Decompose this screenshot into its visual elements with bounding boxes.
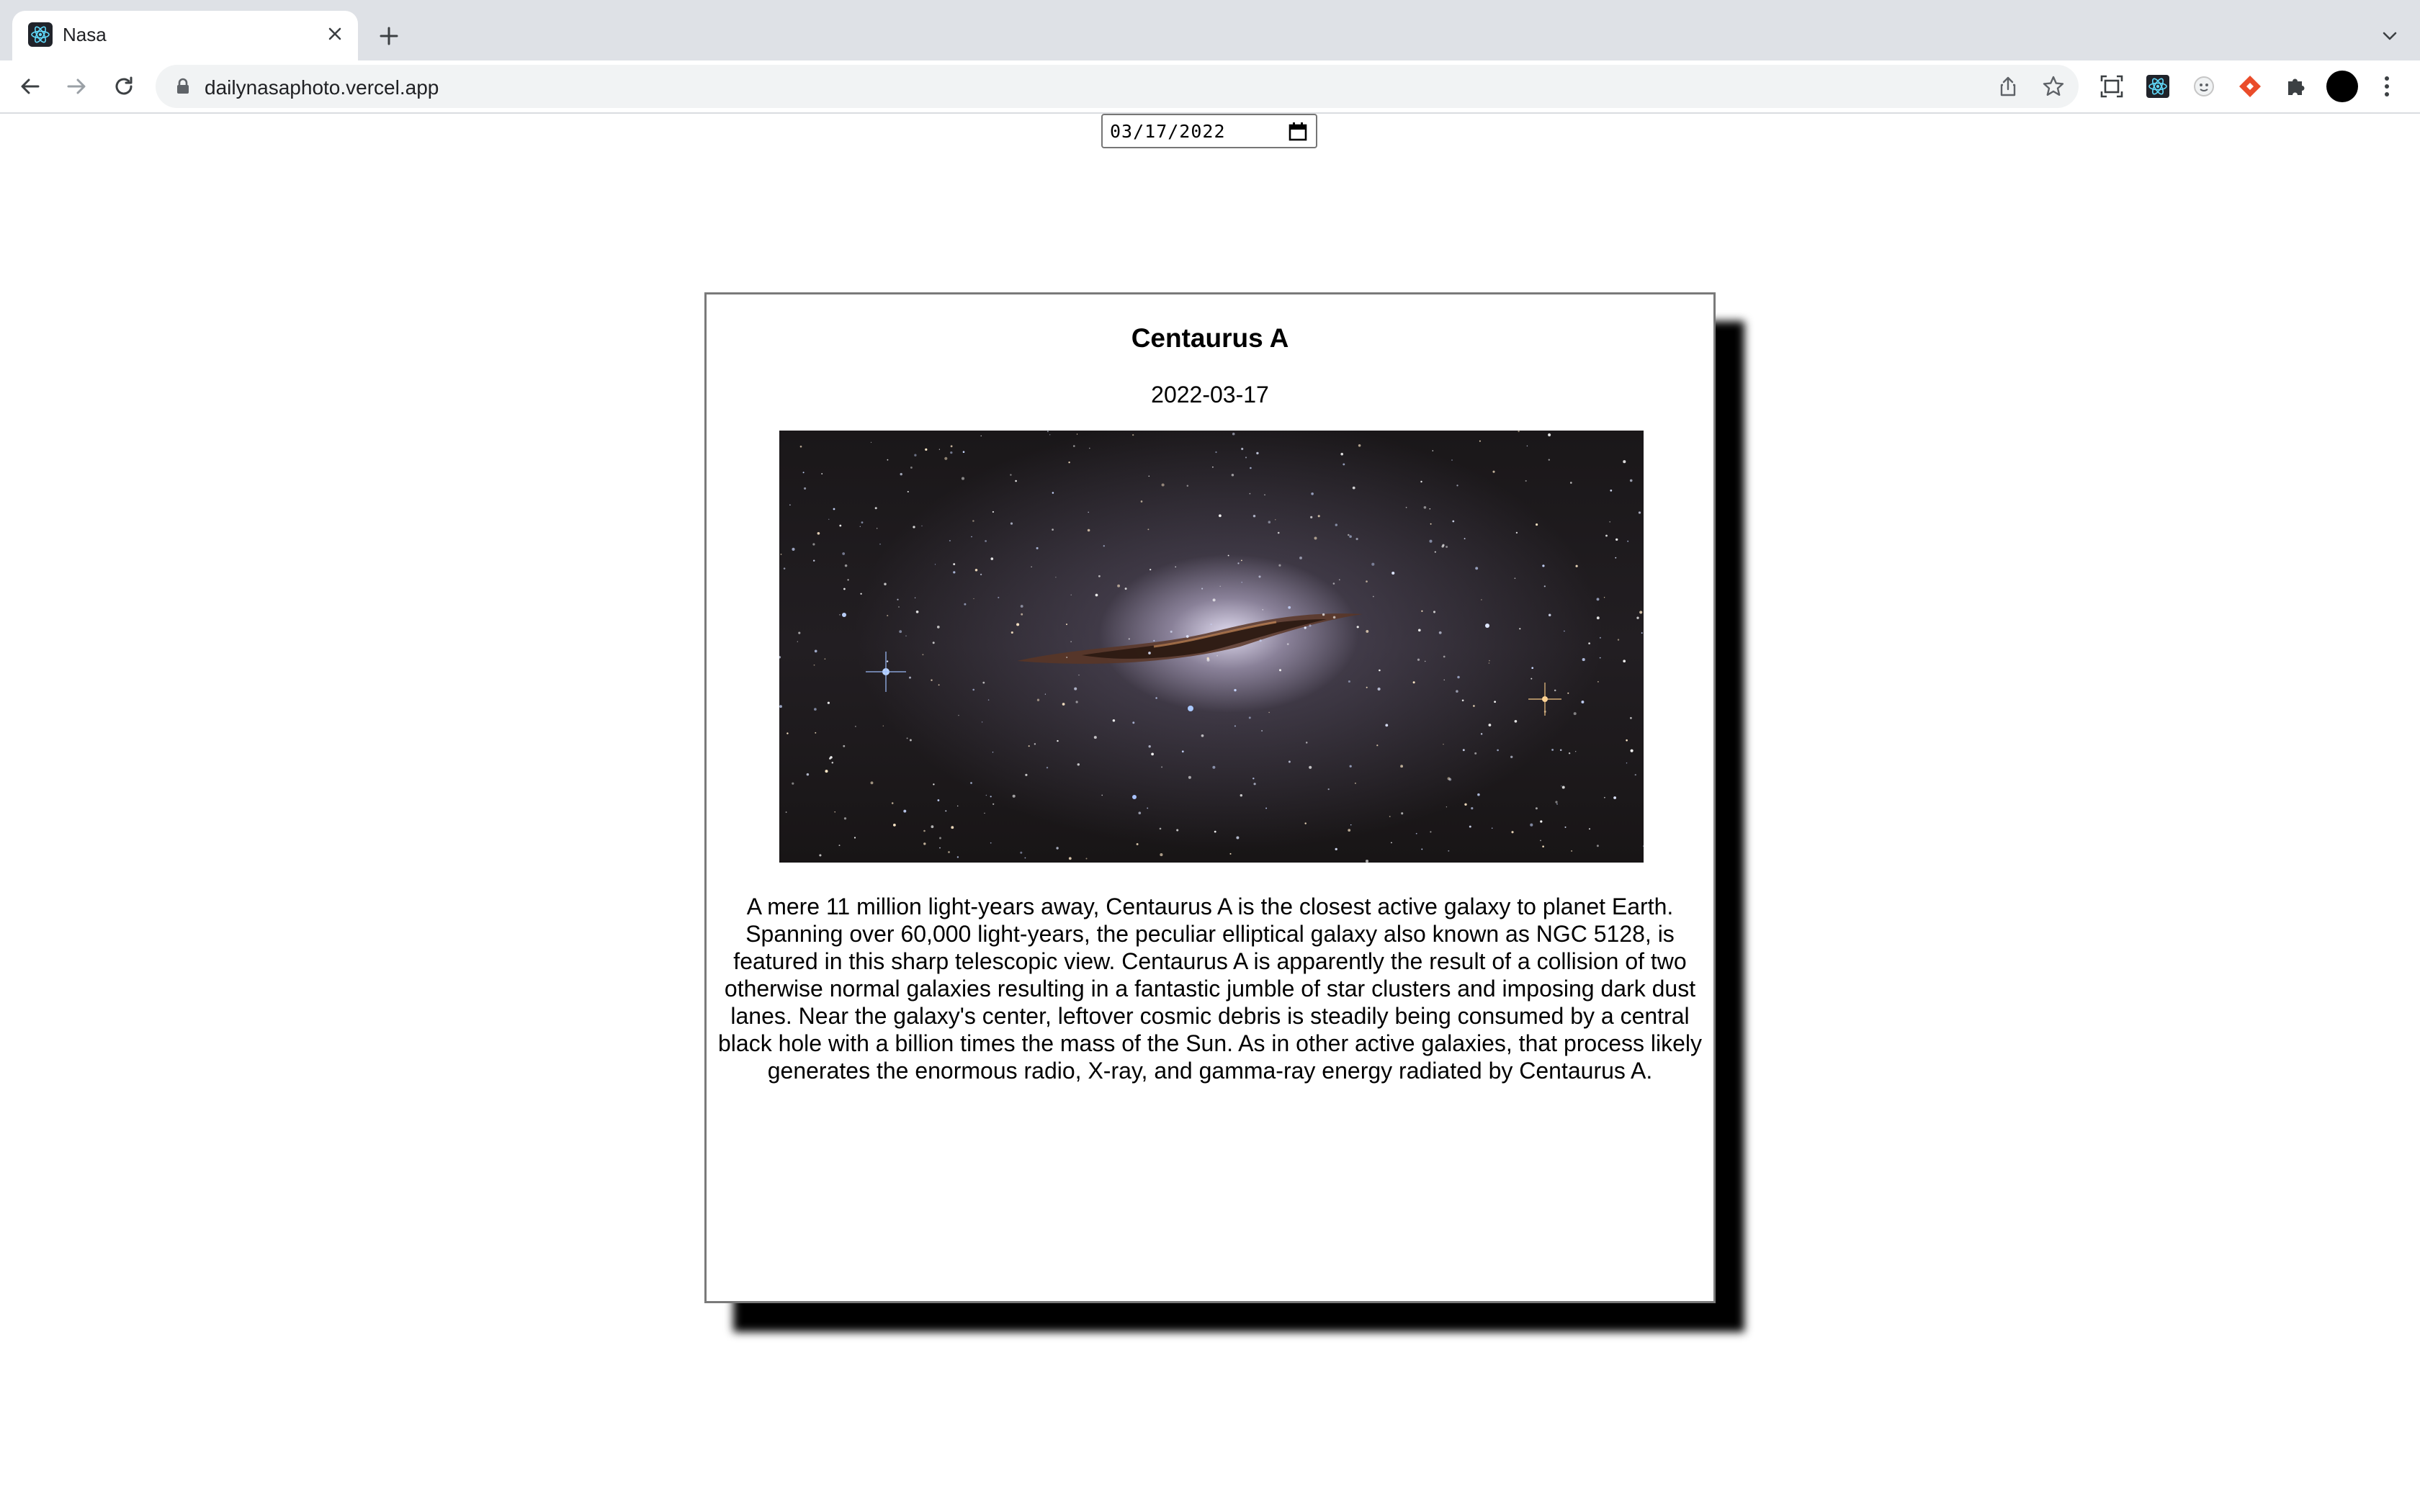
- date-picker-value: 03/17/2022: [1110, 121, 1226, 142]
- share-icon[interactable]: [1995, 73, 2021, 99]
- tab-title: Nasa: [63, 24, 107, 45]
- back-icon[interactable]: [13, 69, 48, 104]
- menu-kebab-icon[interactable]: [2371, 71, 2403, 102]
- apod-date: 2022-03-17: [1151, 382, 1269, 408]
- tab-strip: Nasa: [0, 0, 2420, 60]
- screenshot-icon[interactable]: [2096, 71, 2128, 102]
- apod-image: [779, 431, 1644, 863]
- forward-icon[interactable]: [59, 69, 94, 104]
- extension-face-icon[interactable]: [2188, 71, 2220, 102]
- browser-toolbar: dailynasaphoto.vercel.app: [0, 60, 2420, 114]
- react-devtools-icon[interactable]: [2142, 71, 2174, 102]
- address-bar[interactable]: dailynasaphoto.vercel.app: [156, 65, 2079, 108]
- new-tab-button[interactable]: [372, 19, 406, 53]
- date-picker-input[interactable]: 03/17/2022: [1101, 114, 1317, 148]
- page-viewport: 03/17/2022 Centaurus A 2022-03-17 A mere…: [0, 114, 2420, 1512]
- lock-icon: [177, 78, 189, 94]
- react-atom-icon: [28, 22, 53, 47]
- reload-icon[interactable]: [107, 69, 141, 104]
- puzzle-icon[interactable]: [2280, 71, 2312, 102]
- url-text: dailynasaphoto.vercel.app: [205, 76, 439, 99]
- calendar-icon[interactable]: [1287, 121, 1309, 143]
- apod-card: Centaurus A 2022-03-17 A mere 11 million…: [704, 292, 1716, 1303]
- chevron-down-icon[interactable]: [2374, 20, 2406, 52]
- extension-diamond-icon[interactable]: [2234, 71, 2266, 102]
- galaxy-photo: [779, 431, 1644, 863]
- apod-explanation: A mere 11 million light-years away, Cent…: [717, 894, 1702, 1084]
- browser-tab[interactable]: Nasa: [12, 11, 358, 60]
- page-title: Centaurus A: [1131, 323, 1289, 353]
- star-icon[interactable]: [2040, 73, 2066, 99]
- close-icon[interactable]: [322, 21, 348, 47]
- avatar[interactable]: [2326, 71, 2358, 102]
